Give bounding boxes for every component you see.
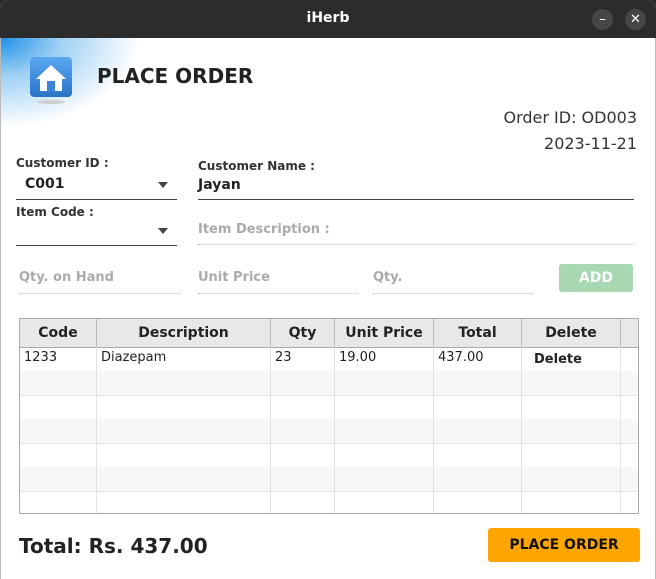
home-icon xyxy=(30,57,72,104)
add-button[interactable]: ADD xyxy=(559,264,633,292)
item-code-label: Item Code : xyxy=(16,205,94,219)
window-title: iHerb xyxy=(306,10,350,26)
title-bar: iHerb – ✕ xyxy=(0,0,656,38)
order-table: Code Description Qty Unit Price Total De… xyxy=(19,318,639,514)
column-header-delete[interactable]: Delete xyxy=(522,319,621,347)
column-header-code[interactable]: Code xyxy=(20,319,97,347)
qty-field[interactable]: Qty. xyxy=(373,270,533,294)
table-row[interactable]: 1233 Diazepam 23 19.00 437.00 Delete xyxy=(20,347,638,372)
item-code-select[interactable] xyxy=(16,222,177,246)
customer-name-label: Customer Name : xyxy=(198,159,315,173)
close-button[interactable]: ✕ xyxy=(625,9,646,30)
column-header-qty[interactable]: Qty xyxy=(271,319,335,347)
cell-code: 1233 xyxy=(20,347,97,371)
cell-description: Diazepam xyxy=(97,347,271,371)
table-row-empty xyxy=(20,395,638,420)
minus-icon: – xyxy=(599,12,606,27)
column-header-filler xyxy=(621,319,638,347)
customer-id-select[interactable]: C001 xyxy=(16,174,177,200)
cell-qty: 23 xyxy=(271,347,335,371)
column-header-total[interactable]: Total xyxy=(434,319,522,347)
qty-on-hand-field[interactable]: Qty. on Hand xyxy=(19,270,180,294)
order-total: Total: Rs. 437.00 xyxy=(19,534,208,558)
table-row-empty xyxy=(20,491,638,513)
customer-id-label: Customer ID : xyxy=(16,156,109,170)
cell-total: 437.00 xyxy=(434,347,522,371)
order-date: 2023-11-21 xyxy=(544,134,637,153)
table-row-empty xyxy=(20,467,638,492)
customer-id-value: C001 xyxy=(25,176,65,192)
chevron-down-icon xyxy=(158,228,168,234)
item-description-field[interactable]: Item Description : xyxy=(198,222,634,245)
table-row-empty xyxy=(20,371,638,396)
table-header: Code Description Qty Unit Price Total De… xyxy=(20,319,638,348)
minimize-button[interactable]: – xyxy=(592,9,613,30)
page-title: PLACE ORDER xyxy=(97,64,254,88)
chevron-down-icon xyxy=(158,182,168,188)
place-order-button[interactable]: PLACE ORDER xyxy=(488,528,640,562)
table-row-empty xyxy=(20,419,638,444)
app-window: iHerb – ✕ PLACE ORDER Order ID: OD003 20… xyxy=(0,0,656,579)
column-header-unit-price[interactable]: Unit Price xyxy=(335,319,434,347)
table-row-empty xyxy=(20,443,638,468)
cell-unit-price: 19.00 xyxy=(335,347,434,371)
order-id: Order ID: OD003 xyxy=(503,108,637,127)
column-header-description[interactable]: Description xyxy=(97,319,271,347)
delete-button[interactable]: Delete xyxy=(522,347,621,371)
close-icon: ✕ xyxy=(630,12,641,27)
unit-price-field[interactable]: Unit Price xyxy=(198,270,358,294)
main-panel: PLACE ORDER Order ID: OD003 2023-11-21 C… xyxy=(0,38,656,579)
customer-name-field[interactable]: Jayan xyxy=(198,176,634,200)
